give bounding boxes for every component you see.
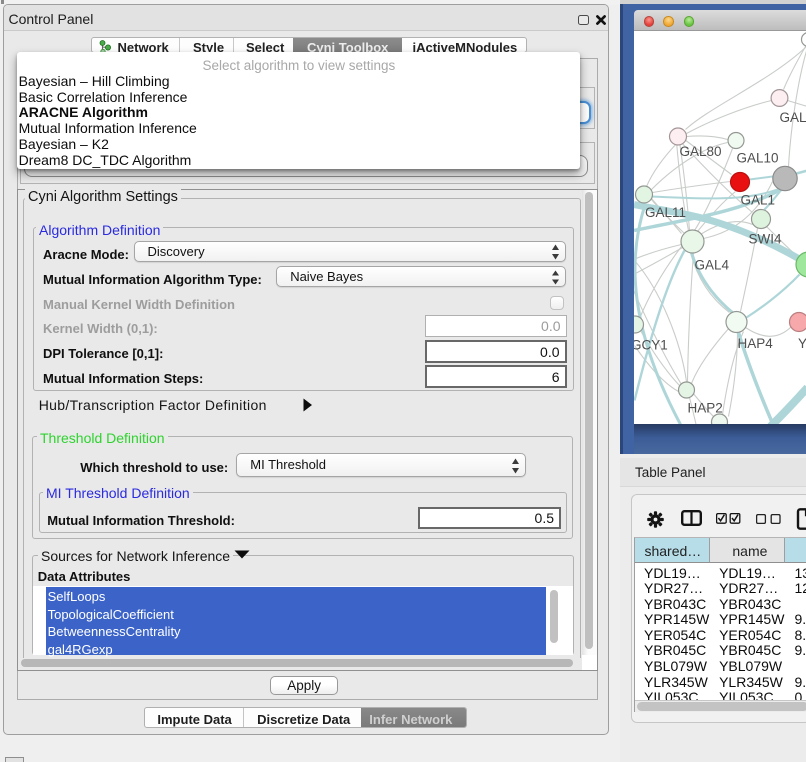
svg-text:HAP4: HAP4 (737, 336, 773, 351)
svg-text:GAL80: GAL80 (679, 144, 721, 159)
svg-text:GAL4: GAL4 (694, 257, 729, 272)
svg-text:Y: Y (798, 336, 806, 351)
svg-text:GAL1: GAL1 (740, 192, 775, 207)
svg-text:HAP2: HAP2 (687, 400, 722, 415)
svg-text:GCY1: GCY1 (634, 337, 668, 352)
svg-text:GAL11: GAL11 (645, 205, 686, 220)
svg-text:GAL2: GAL2 (779, 110, 806, 125)
svg-text:SWI4: SWI4 (748, 231, 781, 246)
svg-text:GAL10: GAL10 (736, 150, 778, 165)
